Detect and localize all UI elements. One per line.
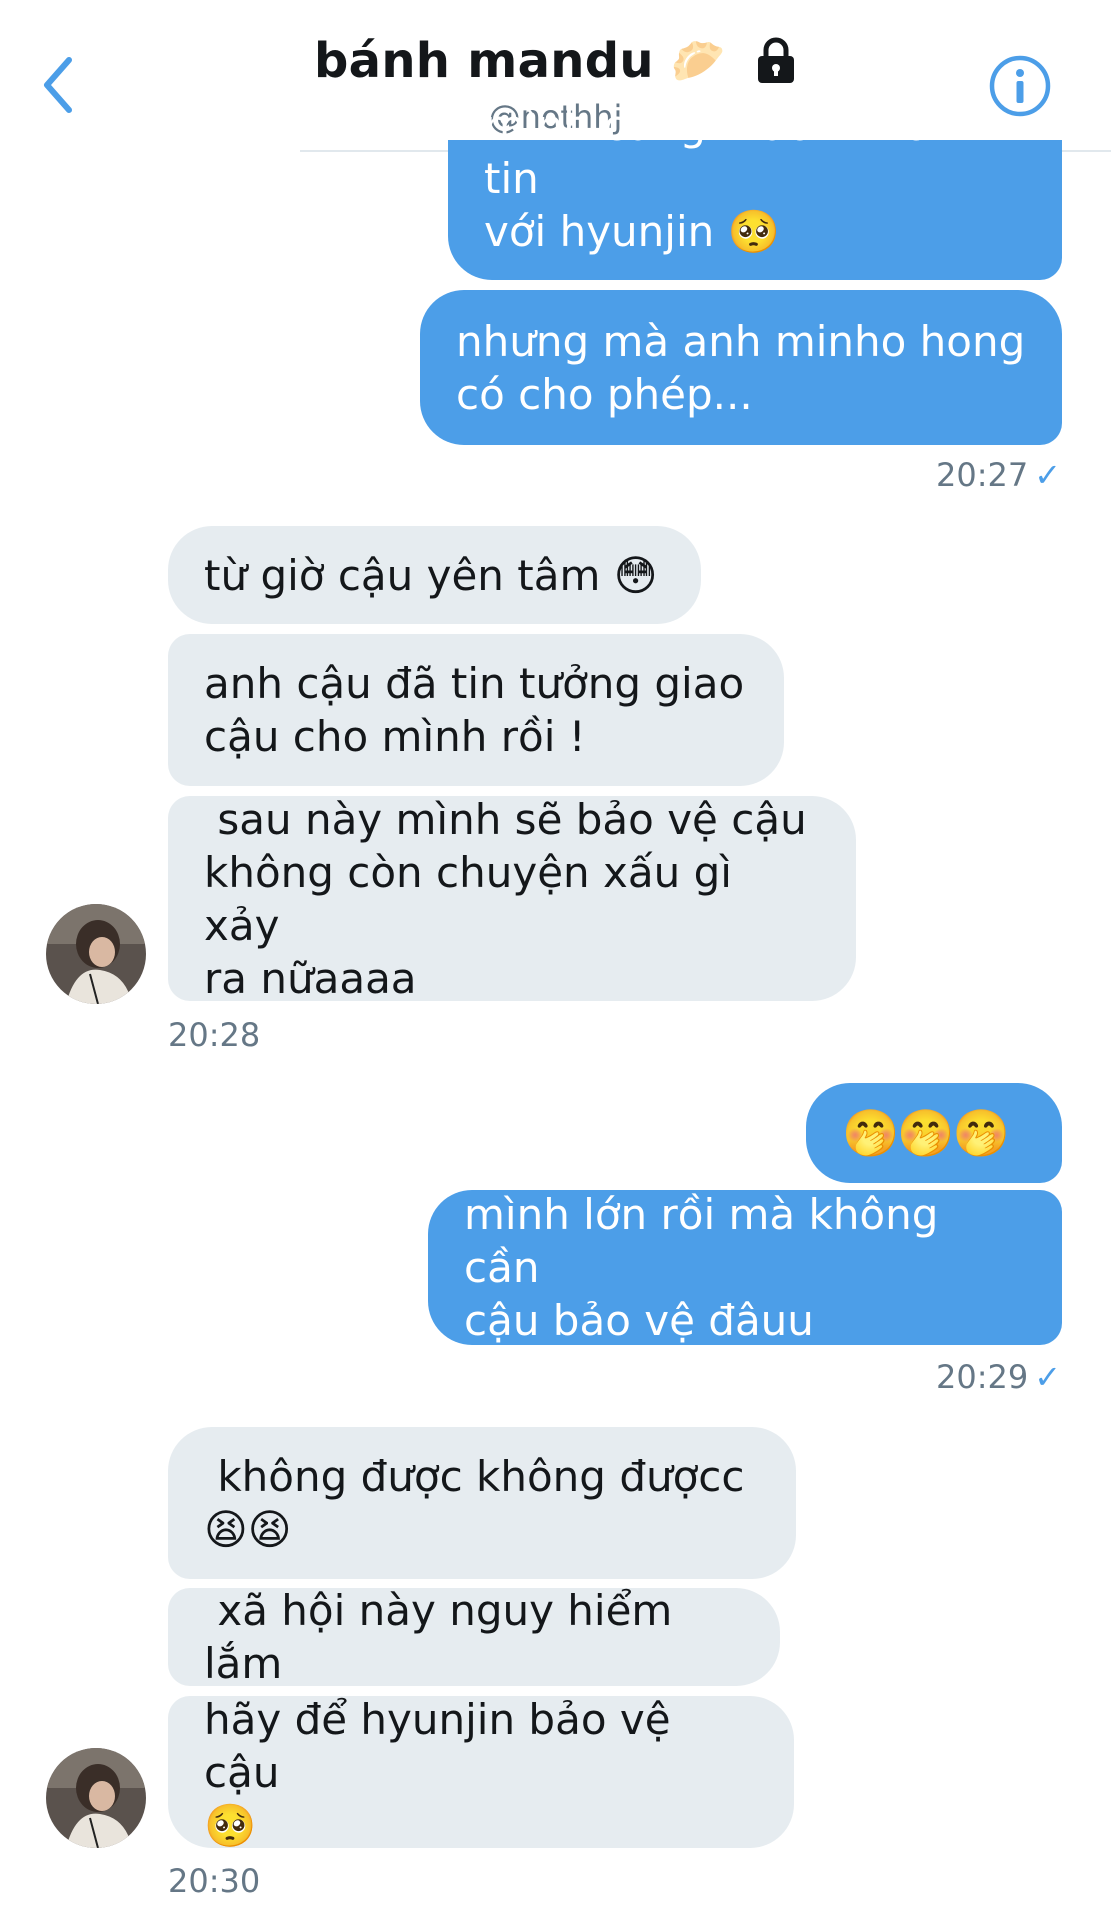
message-timestamp: 20:29 ✓	[936, 1358, 1061, 1396]
avatar-image	[46, 904, 146, 1004]
contact-avatar[interactable]	[46, 904, 146, 1004]
conversation-title: bánh mandu 🥟	[0, 30, 1111, 89]
message-timestamp: 20:27 ✓	[936, 456, 1061, 494]
incoming-message[interactable]: anh cậu đã tin tưởng giao cậu cho mình r…	[168, 634, 784, 786]
sent-check-icon: ✓	[1034, 456, 1061, 494]
outgoing-message[interactable]: mình lớn rồi mà không cần cậu bảo vệ đâu…	[428, 1190, 1062, 1345]
dumpling-emoji: 🥟	[670, 36, 726, 87]
avatar-image	[46, 1748, 146, 1848]
contact-avatar[interactable]	[46, 1748, 146, 1848]
lock-icon	[758, 37, 795, 83]
timestamp-text: 20:29	[935, 1358, 1029, 1396]
incoming-message[interactable]: không được không đượcc 😫😫	[168, 1427, 796, 1579]
incoming-message[interactable]: xã hội này nguy hiểm lắm	[168, 1586, 780, 1688]
contact-name: bánh mandu	[313, 33, 654, 89]
incoming-message[interactable]: từ giờ cậu yên tâm 😳	[168, 526, 701, 624]
incoming-message[interactable]: hãy để hyunjin bảo vệ cậu 🥺	[168, 1695, 794, 1850]
outgoing-message[interactable]: 🤭🤭🤭	[806, 1083, 1062, 1183]
outgoing-message[interactable]: nhưng mà anh minho hong có cho phép...	[420, 290, 1062, 445]
outgoing-message[interactable]: mình cũng muốn nhắn tin với hyunjin 🥺	[448, 101, 1062, 280]
sent-check-icon: ✓	[1034, 1358, 1061, 1396]
message-timestamp: 20:30	[168, 1862, 261, 1900]
incoming-message[interactable]: sau này mình sẽ bảo vệ cậu không còn chu…	[168, 795, 856, 1003]
message-timestamp: 20:28	[168, 1016, 261, 1054]
timestamp-text: 20:27	[935, 456, 1029, 494]
